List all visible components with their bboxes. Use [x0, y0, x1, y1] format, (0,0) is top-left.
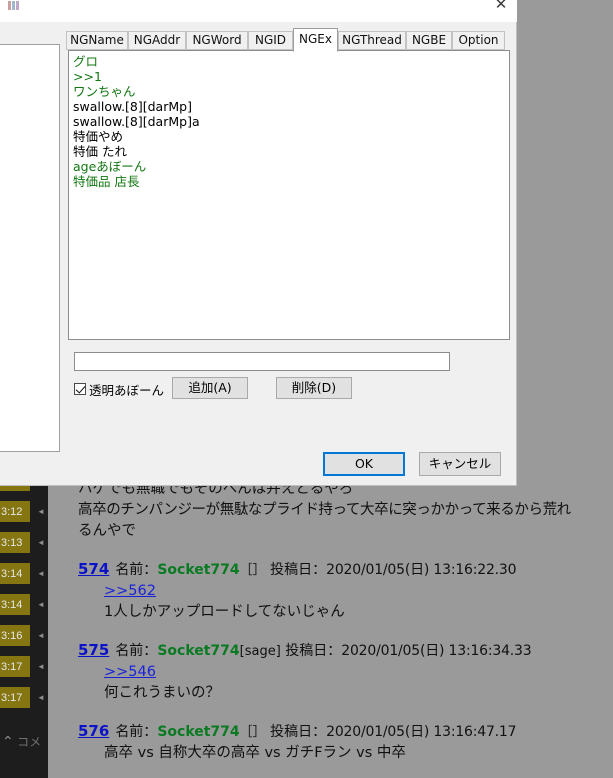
ngex-list-item[interactable]: >>1: [72, 69, 509, 84]
post-number-link[interactable]: 576: [78, 722, 109, 740]
post-fragment-573: ハゲでも無職でもそのへんは弁えとるやろ 高卒のチンパンジーが無駄なプライド持って…: [78, 479, 609, 542]
ngex-list-item[interactable]: ワンちゃん: [72, 84, 509, 99]
post-575: 575 名前：Socket774[sage] 投稿日：2020/01/05(日) …: [78, 640, 609, 704]
post-header: 575 名前：Socket774[sage] 投稿日：2020/01/05(日) …: [78, 640, 609, 662]
post-list: ハゲでも無職でもそのへんは弁えとるやろ 高卒のチンパンジーが無駄なプライド持って…: [48, 465, 613, 778]
timeline-chip[interactable]: 3:17: [0, 687, 30, 709]
name-label: 名前：: [115, 643, 158, 659]
post-576: 576 名前：Socket774［］ 投稿日：2020/01/05(日) 13:1…: [78, 721, 609, 778]
cancel-button[interactable]: キャンセル: [419, 452, 501, 476]
post-spacer: [78, 542, 609, 559]
post-body: 高卒 vs 自称大卒の高卒 vs ガチFラン vs 中卒 似たもの同士なんやから…: [78, 743, 609, 778]
checkbox-check-icon[interactable]: [74, 383, 86, 395]
timeline-arrow-icon: ◄: [37, 569, 45, 578]
chevron-up-icon: ⌃: [2, 733, 14, 749]
post-body: >>562 1人しかアップロードしてないじゃん: [78, 581, 609, 623]
comment-toggle-label: コメ: [17, 735, 42, 749]
screen-root: 3:12◄3:12◄3:13◄3:14◄3:14◄3:16◄3:17◄3:17◄…: [0, 0, 613, 778]
transparent-abone-label: 透明あぼーん: [89, 382, 165, 398]
post-date: 2020/01/05(日) 13:16:22.30: [326, 562, 517, 578]
ngex-entry-input[interactable]: [74, 352, 450, 371]
date-label: 投稿日：: [285, 643, 342, 659]
post-574: 574 名前：Socket774［］ 投稿日：2020/01/05(日) 13:1…: [78, 559, 609, 623]
ngex-list-item[interactable]: グロ: [72, 54, 509, 69]
post-anchor-link[interactable]: >>562: [104, 581, 609, 602]
tab-ngid[interactable]: NGID: [248, 31, 293, 50]
close-icon[interactable]: ✕: [478, 0, 524, 16]
ngex-list-item[interactable]: 特価品 店長: [72, 174, 509, 189]
rail-footer: [0, 756, 48, 778]
post-header: 574 名前：Socket774［］ 投稿日：2020/01/05(日) 13:1…: [78, 559, 609, 581]
poster-name[interactable]: Socket774: [157, 562, 239, 578]
date-label: 投稿日：: [270, 562, 327, 578]
post-date: 2020/01/05(日) 13:16:47.17: [326, 724, 517, 740]
post-number-link[interactable]: 575: [78, 641, 109, 659]
post-number-link[interactable]: 574: [78, 560, 109, 578]
timeline-chip[interactable]: 3:14: [0, 594, 30, 616]
timeline-arrow-icon: ◄: [37, 507, 45, 516]
ngex-entry-list[interactable]: グロ >>1 ワンちゃん swallow.[8][darMp] swallow.[8][…: [68, 50, 510, 340]
ng-settings-dialog: ✕ 操作込み他・ぼーんンドス・更新ンド他2覧項目イルフォント色 NGNameNG…: [0, 0, 517, 486]
timeline-chip[interactable]: 3:16: [0, 625, 30, 647]
tab-ngbe[interactable]: NGBE: [406, 31, 452, 50]
comment-toggle-bar[interactable]: ⌃ コメ: [0, 726, 48, 756]
dialog-titlebar[interactable]: ✕: [0, 0, 517, 22]
poster-name[interactable]: Socket774: [157, 643, 239, 659]
timeline-chip[interactable]: 3:17: [0, 656, 30, 678]
timeline-arrow-icon: ◄: [37, 600, 45, 609]
post-anchor-link[interactable]: >>546: [104, 662, 609, 683]
tab-ngaddr[interactable]: NGAddr: [128, 31, 186, 50]
tab-ngword[interactable]: NGWord: [186, 31, 248, 50]
post-text-blank: [104, 764, 609, 778]
timeline-arrow-icon: ◄: [37, 693, 45, 702]
timeline-chip[interactable]: 3:13: [0, 532, 30, 554]
poster-mail: [sage]: [239, 644, 281, 659]
post-spacer: [78, 704, 609, 721]
ngex-list-item[interactable]: 特価やめ: [72, 129, 509, 144]
post-text-line: 高卒 vs 自称大卒の高卒 vs ガチFラン vs 中卒: [104, 745, 406, 761]
ngex-list-item[interactable]: swallow.[8][darMp]a: [72, 114, 509, 129]
post-text-line: るんやで: [78, 523, 136, 539]
post-text-line: 何これうまいの？: [104, 685, 220, 701]
add-button[interactable]: 追加(A): [172, 377, 248, 399]
ngex-list-item[interactable]: 特価 たれ: [72, 144, 509, 159]
post-body: >>546 何これうまいの？: [78, 662, 609, 704]
name-label: 名前：: [115, 562, 158, 578]
name-label: 名前：: [115, 724, 158, 740]
post-spacer: [78, 623, 609, 640]
post-header: 576 名前：Socket774［］ 投稿日：2020/01/05(日) 13:1…: [78, 721, 609, 743]
post-text-line: 1人しかアップロードしてないじゃん: [104, 604, 345, 620]
ngex-list-item[interactable]: swallow.[8][darMp]: [72, 99, 509, 114]
post-date: 2020/01/05(日) 13:16:34.33: [341, 643, 532, 659]
poster-mail: ［］: [239, 563, 266, 578]
tab-ngex[interactable]: NGEx: [293, 28, 338, 52]
tab-ngthread[interactable]: NGThread: [338, 31, 406, 50]
timeline-arrow-icon: ◄: [37, 538, 45, 547]
tab-ngname[interactable]: NGName: [66, 31, 128, 50]
tab-option[interactable]: Option: [452, 31, 505, 50]
ng-tab-strip: NGName NGAddr NGWord NGID NGEx NGThread NGBE Op…: [66, 28, 510, 52]
ok-button[interactable]: OK: [323, 452, 405, 476]
timeline-chip[interactable]: 3:14: [0, 563, 30, 585]
date-label: 投稿日：: [270, 724, 327, 740]
app-icon: [8, 0, 20, 12]
transparent-abone-checkbox[interactable]: 透明あぼーん: [74, 380, 164, 398]
settings-category-tree[interactable]: 操作込み他・ぼーんンドス・更新ンド他2覧項目イルフォント色: [0, 44, 60, 452]
timeline-arrow-icon: ◄: [37, 662, 45, 671]
delete-button[interactable]: 削除(D): [276, 377, 352, 399]
timeline-chip[interactable]: 3:12: [0, 501, 30, 523]
ngex-list-item[interactable]: ageあぼーん: [72, 159, 509, 174]
timeline-arrow-icon: ◄: [37, 631, 45, 640]
post-text-line: 高卒のチンパンジーが無駄なプライド持って大卒に突っかかって来るから荒れ: [78, 502, 571, 518]
poster-mail: ［］: [239, 725, 266, 740]
poster-name[interactable]: Socket774: [157, 724, 239, 740]
